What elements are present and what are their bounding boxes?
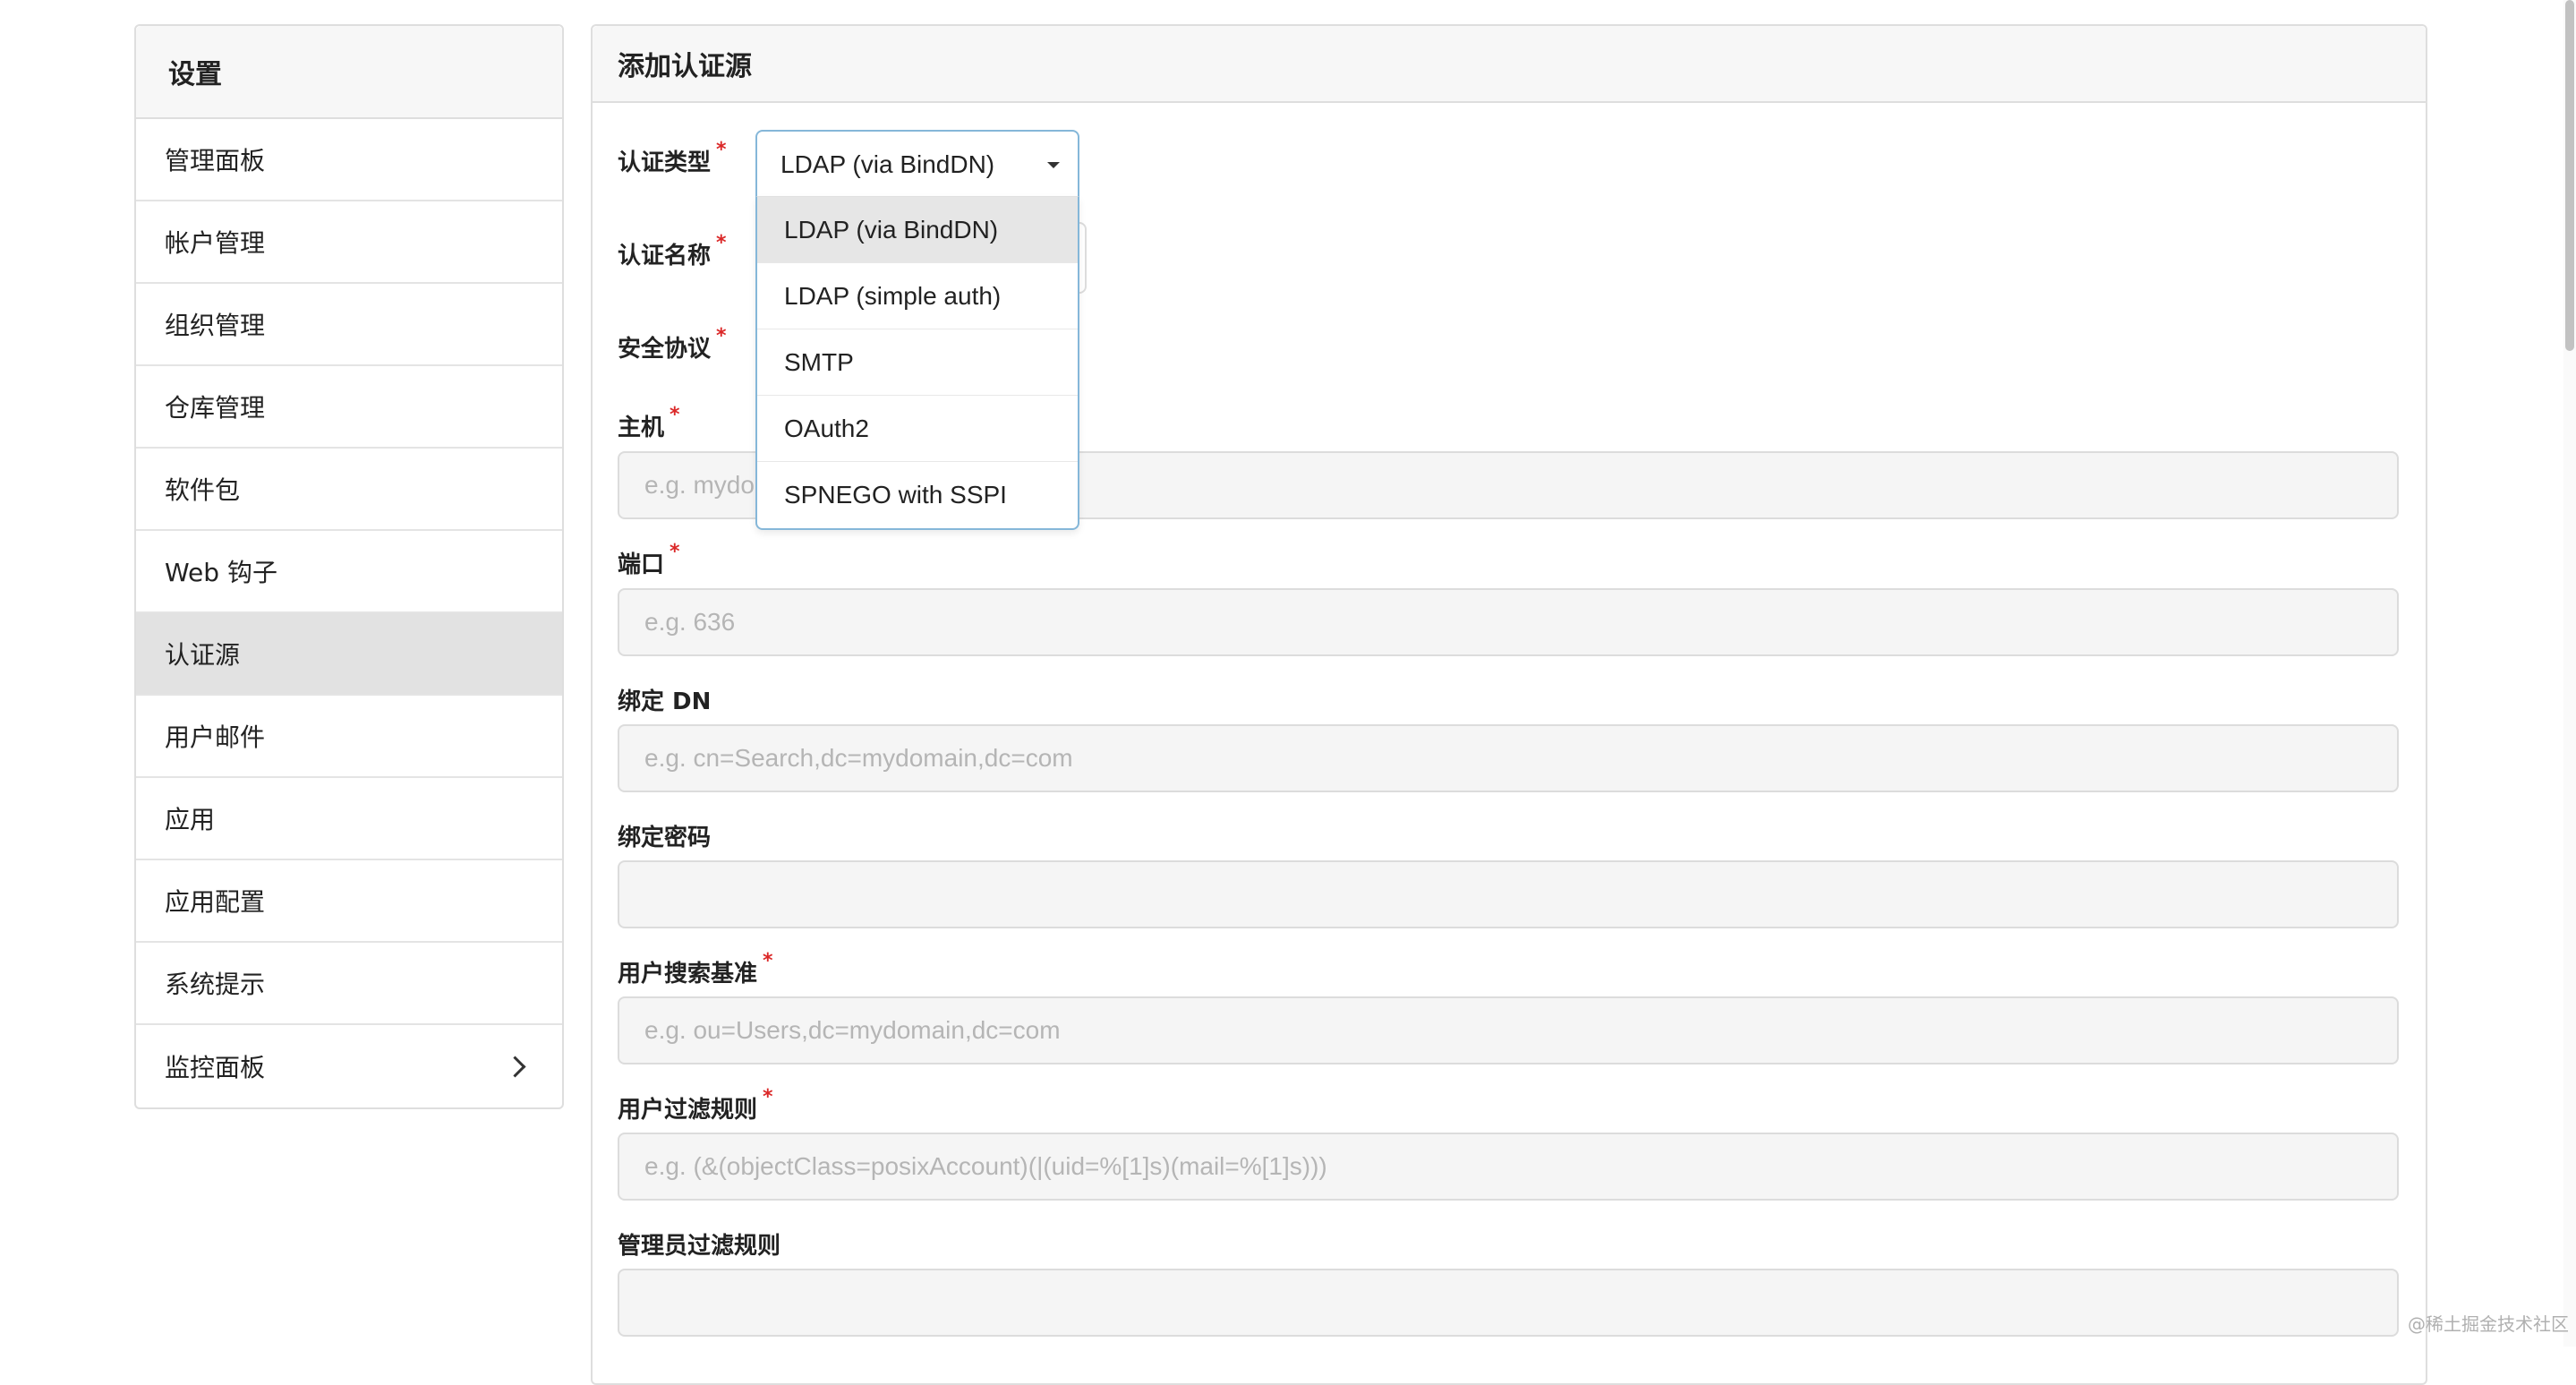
sidebar-item-label: 管理面板 [165, 146, 266, 175]
bind-password-label: 绑定密码 [618, 825, 712, 851]
sidebar-item[interactable]: Web 钩子 [136, 531, 562, 613]
security-protocol-label: 安全协议 * [618, 325, 727, 363]
user-search-base-input[interactable] [618, 996, 2399, 1064]
auth-type-option[interactable]: SPNEGO with SSPI [757, 462, 1078, 528]
auth-name-label: 认证名称 * [618, 232, 727, 269]
sidebar-item[interactable]: 管理面板 [136, 119, 562, 201]
sidebar-item-label: 应用 [165, 805, 216, 834]
auth-type-label: 认证类型 * [618, 139, 727, 176]
sidebar-item-label: 用户邮件 [165, 722, 266, 752]
add-auth-source-panel: 添加认证源 认证类型* 认证名称* 安全协议* 主机* 端口* 绑定 DN 绑定… [591, 24, 2427, 1385]
watermark: @稀土掘金技术社区 [2408, 1313, 2569, 1335]
sidebar-item[interactable]: 组织管理 [136, 284, 562, 366]
auth-type-dropdown-menu: LDAP (via BindDN) LDAP (simple auth) SMTP O… [755, 196, 1079, 530]
admin-filter-label: 管理员过滤规则 [618, 1233, 781, 1260]
auth-type-selected-value: LDAP (via BindDN) [780, 150, 995, 178]
sidebar-item-label: 认证源 [165, 640, 241, 670]
user-filter-input[interactable] [618, 1133, 2399, 1201]
auth-type-option[interactable]: SMTP [757, 329, 1078, 396]
sidebar-item[interactable]: 认证源 [136, 613, 562, 696]
sidebar-title: 设置 [136, 26, 562, 119]
sidebar-menu: 管理面板帐户管理组织管理仓库管理软件包 Web 钩子 认证源用户邮件应用应用配置系统… [136, 119, 562, 1107]
sidebar-item-label: 应用配置 [165, 887, 266, 917]
scrollbar-thumb[interactable] [2565, 0, 2574, 351]
caret-down-icon [1047, 162, 1060, 168]
sidebar-item[interactable]: 系统提示 [136, 943, 562, 1025]
sidebar-item-label: 帐户管理 [165, 228, 266, 258]
sidebar-item-label: Web 钩子 [165, 558, 277, 587]
port-input[interactable] [618, 588, 2399, 656]
sidebar-item-label: 软件包 [165, 475, 241, 505]
required-mark: * [716, 325, 727, 347]
required-mark: * [763, 950, 773, 972]
page-scrollbar[interactable] [2563, 0, 2576, 1347]
bind-dn-input[interactable] [618, 724, 2399, 792]
sidebar-item[interactable]: 仓库管理 [136, 366, 562, 449]
sidebar-item-label: 仓库管理 [165, 393, 266, 423]
sidebar-item-label: 组织管理 [165, 311, 266, 340]
required-mark: * [716, 232, 727, 254]
required-mark: * [763, 1086, 773, 1108]
required-mark: * [670, 404, 680, 426]
sidebar-item[interactable]: 用户邮件 [136, 696, 562, 778]
required-mark: * [716, 139, 727, 161]
user-filter-label: 用户过滤规则 * [618, 1086, 773, 1124]
auth-type-select[interactable]: LDAP (via BindDN) [755, 130, 1079, 198]
sidebar-item[interactable]: 软件包 [136, 449, 562, 531]
user-search-base-label: 用户搜索基准 * [618, 950, 773, 987]
bind-dn-label: 绑定 DN [618, 688, 712, 715]
settings-sidebar: 设置 管理面板帐户管理组织管理仓库管理软件包 Web 钩子 认证源用户邮件应用应用配… [134, 24, 564, 1109]
sidebar-item[interactable]: 帐户管理 [136, 201, 562, 284]
sidebar-item[interactable]: 监控面板 [136, 1025, 562, 1107]
port-label: 端口 * [618, 541, 680, 578]
admin-filter-input[interactable] [618, 1269, 2399, 1337]
auth-type-option[interactable]: OAuth2 [757, 396, 1078, 462]
bind-password-input[interactable] [618, 860, 2399, 928]
sidebar-item-label: 监控面板 [165, 1053, 266, 1082]
required-mark: * [670, 541, 680, 563]
sidebar-item[interactable]: 应用配置 [136, 860, 562, 943]
auth-type-option[interactable]: LDAP (simple auth) [757, 263, 1078, 329]
panel-title: 添加认证源 [593, 26, 2426, 103]
auth-type-option[interactable]: LDAP (via BindDN) [757, 197, 1078, 263]
host-label: 主机 * [618, 404, 680, 441]
sidebar-item-label: 系统提示 [165, 970, 266, 999]
chevron-right-icon [504, 1055, 526, 1078]
sidebar-item[interactable]: 应用 [136, 778, 562, 860]
